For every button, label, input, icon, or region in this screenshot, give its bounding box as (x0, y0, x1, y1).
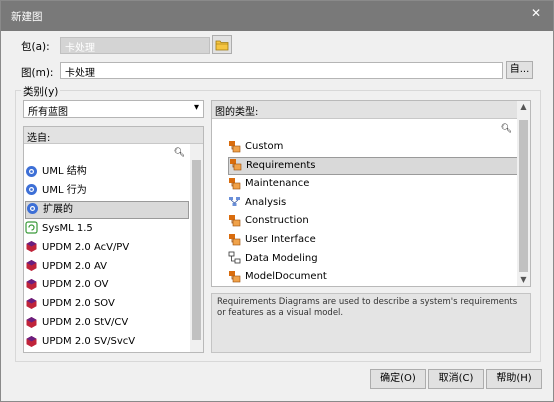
package-label: 包(a): (21, 41, 50, 53)
diagram-type-item-label: User Interface (245, 234, 316, 245)
category-item-label: UML 结构 (42, 166, 87, 177)
diagram-type-item-label: Requirements (246, 159, 316, 171)
diagram-type-scrollbar[interactable]: ▲ ▼ (517, 101, 530, 286)
diagram-type-item-label: Analysis (245, 196, 287, 208)
diagram-label: 图(m): (21, 67, 54, 79)
hexagon-icon (25, 259, 38, 272)
hexagon-icon (25, 316, 38, 329)
category-list-header: 选自: (24, 127, 203, 144)
diagram-type-header: 图的类型: (212, 101, 530, 119)
hexagon-icon (25, 297, 38, 310)
search-icon[interactable]: 🔍︎ (174, 148, 185, 158)
category-item-label: UML 行为 (42, 184, 87, 196)
category-item[interactable]: UPDM 2.0 AcV/PV (25, 239, 189, 257)
ok-button[interactable]: 确定(O) (370, 369, 426, 389)
category-dropdown-value: 所有蓝图 (28, 107, 68, 118)
category-item-label: UPDM 2.0 StV/CV (42, 317, 129, 329)
category-item-label: UPDM 2.0 AV (42, 260, 107, 272)
requirement-icon (228, 233, 241, 246)
diagram-type-item[interactable]: Requirements (228, 156, 520, 175)
category-item[interactable]: SysML 1.5 (25, 220, 189, 238)
requirement-icon (229, 158, 242, 171)
diagram-type-item-label: Data Modeling (245, 252, 318, 264)
title-bar: 新建图 ✕ (1, 1, 553, 31)
help-button[interactable]: 帮助(H) (486, 369, 542, 389)
diagram-type-item-label: Maintenance (245, 178, 310, 190)
new-diagram-dialog: 新建图 ✕ 包(a): 卡处理 图(m): 卡处理 自... 类别(y) 所有蓝… (0, 0, 554, 402)
hexagon-icon (25, 240, 38, 253)
category-item[interactable]: UPDM 2.0 OV (25, 276, 189, 294)
analysis-icon (228, 195, 241, 208)
uml-icon (26, 202, 39, 215)
scroll-thumb[interactable] (192, 160, 201, 340)
folder-icon (215, 40, 229, 51)
category-item[interactable]: UPDM 2.0 SOV (25, 295, 189, 313)
diagram-type-item[interactable]: Custom (228, 138, 520, 156)
diagram-type-item[interactable]: User Interface (228, 231, 520, 249)
diagram-ellipsis-button[interactable]: 自... (506, 61, 533, 79)
category-item[interactable]: UML 行为 (25, 182, 189, 200)
category-item-label: UPDM 2.0 OV (42, 279, 109, 291)
diagram-type-list: 图的类型: 🔍︎ Custom Requirements Maintenance An… (211, 100, 531, 287)
category-item[interactable]: UML 结构 (25, 163, 189, 181)
diagram-type-item[interactable]: Data Modeling (228, 250, 520, 268)
diagram-type-item[interactable]: Analysis (228, 194, 520, 212)
category-dropdown[interactable]: 所有蓝图 ▾ (23, 100, 204, 118)
search-icon[interactable]: 🔍︎ (501, 124, 512, 134)
sysml-icon (25, 221, 38, 234)
scroll-down-icon[interactable]: ▼ (517, 274, 530, 286)
category-item-label: 扩展的 (43, 203, 73, 215)
cancel-button[interactable]: 取消(C) (428, 369, 484, 389)
diagram-type-item[interactable]: ModelDocument (228, 268, 520, 286)
requirement-icon (228, 270, 241, 283)
diagram-type-item-label: Custom (245, 141, 284, 152)
requirement-icon (228, 140, 241, 153)
category-item-label: SysML 1.5 (42, 222, 93, 234)
diagram-type-item-label: Construction (245, 215, 309, 227)
requirement-icon (228, 214, 241, 227)
browse-package-button[interactable] (212, 35, 232, 54)
diagram-name-input[interactable]: 卡处理 (60, 62, 503, 79)
category-item[interactable]: UPDM 2.0 SV/SvcV (25, 333, 189, 351)
hexagon-icon (25, 335, 38, 348)
uml-icon (25, 165, 38, 178)
chevron-down-icon: ▾ (193, 102, 199, 113)
diagram-description: Requirements Diagrams are used to descri… (211, 293, 531, 353)
scroll-up-icon[interactable]: ▲ (517, 101, 530, 113)
category-item-label: UPDM 2.0 SOV (42, 298, 115, 310)
uml-icon (25, 183, 38, 196)
hexagon-icon (25, 278, 38, 291)
category-item[interactable]: UPDM 2.0 AV (25, 258, 189, 276)
package-field: 卡处理 (60, 37, 210, 54)
category-item[interactable]: UPDM 2.0 StV/CV (25, 314, 189, 332)
diagram-type-item[interactable]: Construction (228, 212, 520, 230)
close-icon[interactable]: ✕ (531, 6, 541, 20)
category-item-label: UPDM 2.0 AcV/PV (42, 241, 130, 253)
category-scrollbar[interactable] (190, 144, 203, 352)
data-modeling-icon (228, 251, 241, 264)
category-item[interactable]: 扩展的 (25, 200, 189, 219)
requirement-icon (228, 177, 241, 190)
category-item-label: UPDM 2.0 SV/SvcV (42, 336, 136, 348)
diagram-type-item[interactable]: Maintenance (228, 175, 520, 193)
scroll-thumb[interactable] (519, 120, 528, 272)
category-list: 选自: 🔍︎ UML 结构 UML 行为 扩展的 SysML 1.5 UPDM 2.0 … (23, 126, 204, 353)
diagram-type-item-label: ModelDocument (245, 271, 327, 283)
category-group-label: 类别(y) (21, 84, 61, 99)
window-title: 新建图 (11, 11, 43, 23)
